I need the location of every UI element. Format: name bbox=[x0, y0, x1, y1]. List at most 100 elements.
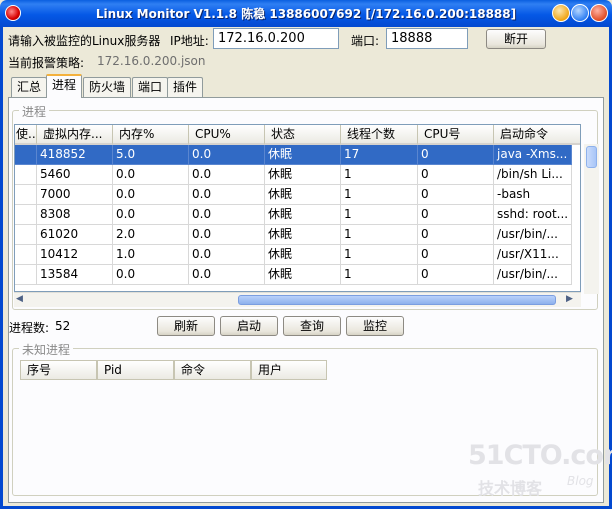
horizontal-scrollbar[interactable]: ◀ ▶ bbox=[14, 292, 581, 307]
watermark-site: 51CTO.com bbox=[468, 440, 612, 471]
process-group: 进程 使... 虚拟内存... 内存% CPU% 状态 线程个数 CPU号 启动… bbox=[12, 103, 599, 310]
cell-cpu-percent: 0.0 bbox=[189, 225, 265, 245]
start-button[interactable]: 启动 bbox=[220, 316, 278, 336]
ip-label: IP地址: bbox=[170, 34, 209, 48]
process-table[interactable]: 使... 虚拟内存... 内存% CPU% 状态 线程个数 CPU号 启动命令 … bbox=[14, 124, 581, 292]
cell-memory-percent: 0.0 bbox=[113, 265, 189, 285]
minimize-button[interactable] bbox=[552, 4, 570, 22]
tab-ports[interactable]: 端口 bbox=[132, 77, 169, 97]
cell-start-command: /bin/sh Li... bbox=[494, 165, 572, 185]
table-row[interactable]: 7000 0.0 0.0 休眠 1 0 -bash bbox=[15, 185, 572, 205]
cell-virtual-memory: 5460 bbox=[37, 165, 113, 185]
col-index[interactable]: 序号 bbox=[20, 360, 97, 380]
cell-cpu-number: 0 bbox=[418, 165, 494, 185]
cell-start-command: /usr/bin/... bbox=[494, 265, 572, 285]
policy-label: 当前报警策略: bbox=[8, 56, 85, 70]
cell-thread-count: 17 bbox=[341, 145, 418, 165]
cell-virtual-memory: 7000 bbox=[37, 185, 113, 205]
process-table-header: 使... 虚拟内存... 内存% CPU% 状态 线程个数 CPU号 启动命令 bbox=[15, 125, 580, 145]
cell-virtual-memory: 61020 bbox=[37, 225, 113, 245]
cell-thread-count: 1 bbox=[341, 225, 418, 245]
process-group-title: 进程 bbox=[19, 103, 50, 120]
process-count-label: 进程数: bbox=[9, 321, 50, 335]
cell-cpu-number: 0 bbox=[418, 225, 494, 245]
horizontal-scroll-thumb[interactable] bbox=[238, 295, 556, 305]
unknown-process-group: 未知进程 序号 Pid 命令 用户 bbox=[12, 341, 598, 496]
watermark-blog-en: Blog bbox=[567, 474, 594, 488]
col-owner[interactable]: 用户 bbox=[251, 360, 327, 380]
refresh-button[interactable]: 刷新 bbox=[157, 316, 215, 336]
cell-cpu-number: 0 bbox=[418, 185, 494, 205]
cell-thread-count: 1 bbox=[341, 265, 418, 285]
col-state[interactable]: 状态 bbox=[265, 125, 341, 145]
tab-firewall[interactable]: 防火墙 bbox=[83, 77, 132, 97]
col-thread-count[interactable]: 线程个数 bbox=[341, 125, 418, 145]
tab-plugins[interactable]: 插件 bbox=[167, 77, 204, 97]
col-command[interactable]: 命令 bbox=[174, 360, 251, 380]
cell-state: 休眠 bbox=[265, 185, 341, 205]
col-memory-percent[interactable]: 内存% bbox=[113, 125, 189, 145]
cell-start-command: /usr/X11... bbox=[494, 245, 572, 265]
cell-memory-percent: 0.0 bbox=[113, 205, 189, 225]
cell-virtual-memory: 10412 bbox=[37, 245, 113, 265]
cell-memory-percent: 2.0 bbox=[113, 225, 189, 245]
cell-cpu-percent: 0.0 bbox=[189, 145, 265, 165]
server-prompt-label: 请输入被监控的Linux服务器 bbox=[8, 34, 161, 48]
port-input[interactable]: 18888 bbox=[386, 28, 468, 49]
cell-cpu-percent: 0.0 bbox=[189, 185, 265, 205]
process-table-body: 418852 5.0 0.0 休眠 17 0 java -Xms... 5460 0.0 0.0 休… bbox=[15, 145, 572, 285]
cell-start-command: -bash bbox=[494, 185, 572, 205]
table-row[interactable]: 5460 0.0 0.0 休眠 1 0/bin/sh Li... bbox=[15, 165, 572, 185]
cell-virtual-memory: 13584 bbox=[37, 265, 113, 285]
window-body: 请输入被监控的Linux服务器 IP地址: 172.16.0.200 端口: 1… bbox=[0, 27, 612, 509]
tab-summary[interactable]: 汇总 bbox=[11, 77, 48, 97]
cell-user bbox=[15, 265, 37, 285]
monitor-button[interactable]: 监控 bbox=[346, 316, 404, 336]
tab-process[interactable]: 进程 bbox=[46, 74, 83, 98]
col-virtual-memory[interactable]: 虚拟内存... bbox=[37, 125, 113, 145]
cell-user bbox=[15, 205, 37, 225]
cell-user bbox=[15, 225, 37, 245]
col-cpu-percent[interactable]: CPU% bbox=[189, 125, 265, 145]
cell-thread-count: 1 bbox=[341, 245, 418, 265]
cell-memory-percent: 5.0 bbox=[113, 145, 189, 165]
disconnect-button[interactable]: 断开 bbox=[486, 29, 546, 49]
col-pid[interactable]: Pid bbox=[97, 360, 174, 380]
cell-state: 休眠 bbox=[265, 265, 341, 285]
cell-state: 休眠 bbox=[265, 205, 341, 225]
title-bar[interactable]: Linux Monitor V1.1.8 陈稳 13886007692 [/17… bbox=[0, 0, 612, 27]
ip-input[interactable]: 172.16.0.200 bbox=[213, 28, 339, 49]
table-row[interactable]: 8308 0.0 0.0 休眠 1 0 sshd: root... bbox=[15, 205, 572, 225]
cell-user bbox=[15, 165, 37, 185]
col-user[interactable]: 使... bbox=[15, 125, 37, 145]
cell-cpu-percent: 0.0 bbox=[189, 265, 265, 285]
policy-value: 172.16.0.200.json bbox=[97, 54, 206, 68]
query-button[interactable]: 查询 bbox=[283, 316, 341, 336]
col-start-command[interactable]: 启动命令 bbox=[494, 125, 580, 145]
watermark-blog-cn: 技术博客 bbox=[478, 479, 543, 498]
table-row[interactable]: 418852 5.0 0.0 休眠 17 0 java -Xms... bbox=[15, 145, 572, 165]
cell-start-command: sshd: root... bbox=[494, 205, 572, 225]
cell-state: 休眠 bbox=[265, 165, 341, 185]
table-row[interactable]: 10412 1.0 0.0 休眠 1 0/usr/X11... bbox=[15, 245, 572, 265]
vertical-scroll-thumb[interactable] bbox=[586, 146, 597, 168]
close-button[interactable] bbox=[590, 4, 608, 22]
scroll-right-icon[interactable]: ▶ bbox=[566, 294, 573, 304]
cell-cpu-percent: 0.0 bbox=[189, 245, 265, 265]
maximize-button[interactable] bbox=[571, 4, 589, 22]
vertical-scrollbar[interactable] bbox=[584, 144, 599, 294]
cell-user bbox=[15, 145, 37, 165]
scroll-left-icon[interactable]: ◀ bbox=[16, 294, 23, 304]
cell-memory-percent: 1.0 bbox=[113, 245, 189, 265]
table-row[interactable]: 61020 2.0 0.0 休眠 1 0/usr/bin/... bbox=[15, 225, 572, 245]
cell-start-command: /usr/bin/... bbox=[494, 225, 572, 245]
table-row[interactable]: 13584 0.0 0.0 休眠 1 0/usr/bin/... bbox=[15, 265, 572, 285]
cell-virtual-memory: 418852 bbox=[37, 145, 113, 165]
col-cpu-number[interactable]: CPU号 bbox=[418, 125, 494, 145]
cell-cpu-number: 0 bbox=[418, 145, 494, 165]
process-count-value: 52 bbox=[55, 319, 71, 333]
cell-cpu-number: 0 bbox=[418, 265, 494, 285]
cell-memory-percent: 0.0 bbox=[113, 165, 189, 185]
cell-user bbox=[15, 245, 37, 265]
cell-thread-count: 1 bbox=[341, 185, 418, 205]
